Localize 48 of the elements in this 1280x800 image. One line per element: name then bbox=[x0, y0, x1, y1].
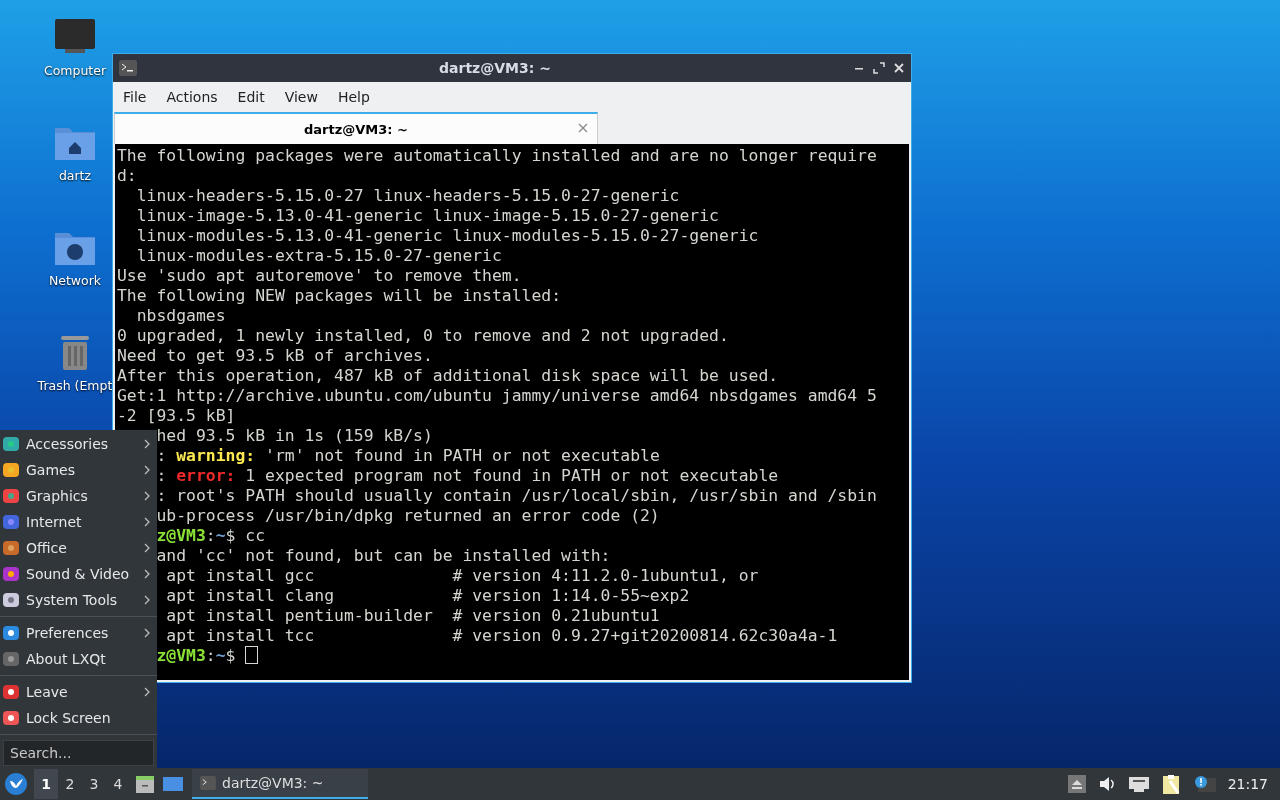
category-icon bbox=[2, 461, 20, 479]
notification-icon[interactable] bbox=[1193, 775, 1216, 793]
menu-item[interactable]: Preferences bbox=[0, 620, 157, 646]
menu-item[interactable]: Leave bbox=[0, 679, 157, 705]
file-cabinet-icon[interactable] bbox=[134, 773, 156, 795]
desktop-icon-label[interactable]: dartz bbox=[58, 168, 92, 183]
window-title: dartz@VM3: ~ bbox=[438, 60, 552, 76]
category-icon bbox=[2, 591, 20, 609]
desktop-icon-label[interactable]: Network bbox=[48, 273, 102, 288]
eject-icon[interactable] bbox=[1067, 775, 1086, 793]
menu-item[interactable]: Office bbox=[0, 535, 157, 561]
menu-item[interactable]: About LXQt bbox=[0, 646, 157, 672]
desktop-switch[interactable]: 3 bbox=[82, 769, 106, 799]
menu-item[interactable]: Accessories bbox=[0, 431, 157, 457]
clipboard-icon[interactable] bbox=[1161, 773, 1182, 795]
speaker-icon[interactable] bbox=[1097, 775, 1116, 793]
desktop-switch[interactable]: 2 bbox=[58, 769, 82, 799]
category-icon bbox=[2, 435, 20, 453]
desktop-switch[interactable]: 1 bbox=[34, 769, 58, 799]
clock[interactable]: 21:17 bbox=[1227, 776, 1268, 792]
category-icon bbox=[2, 709, 20, 727]
category-icon bbox=[2, 650, 20, 668]
menu-item[interactable]: Internet bbox=[0, 509, 157, 535]
menu-item[interactable]: Graphics bbox=[0, 483, 157, 509]
desktop-icon-label[interactable]: Trash (Empt bbox=[37, 378, 113, 393]
menu-item[interactable]: Edit bbox=[229, 85, 273, 109]
category-icon bbox=[2, 683, 20, 701]
search-field[interactable]: Search... bbox=[3, 740, 154, 766]
desktop-switch[interactable]: 4 bbox=[106, 769, 130, 799]
menu-item[interactable]: Lock Screen bbox=[0, 705, 157, 731]
menu-item[interactable]: File bbox=[115, 85, 155, 109]
menu-item[interactable]: Actions bbox=[158, 85, 226, 109]
terminal-icon bbox=[119, 60, 137, 76]
category-icon bbox=[2, 624, 20, 642]
network-icon[interactable] bbox=[1127, 775, 1150, 793]
menu-item[interactable]: View bbox=[276, 85, 326, 109]
category-icon bbox=[2, 539, 20, 557]
menu-item[interactable]: Help bbox=[329, 85, 378, 109]
menu-item[interactable]: Games bbox=[0, 457, 157, 483]
terminal-tab[interactable]: dartz@VM3: ~ bbox=[114, 112, 598, 144]
category-icon bbox=[2, 565, 20, 583]
menu-item[interactable]: System Tools bbox=[0, 587, 157, 613]
category-icon bbox=[2, 513, 20, 531]
menu-item[interactable]: Sound & Video bbox=[0, 561, 157, 587]
task-button[interactable]: dartz@VM3: ~ bbox=[192, 769, 368, 799]
terminal-icon bbox=[200, 776, 216, 790]
maximize-icon[interactable] bbox=[873, 62, 885, 74]
category-icon bbox=[2, 487, 20, 505]
